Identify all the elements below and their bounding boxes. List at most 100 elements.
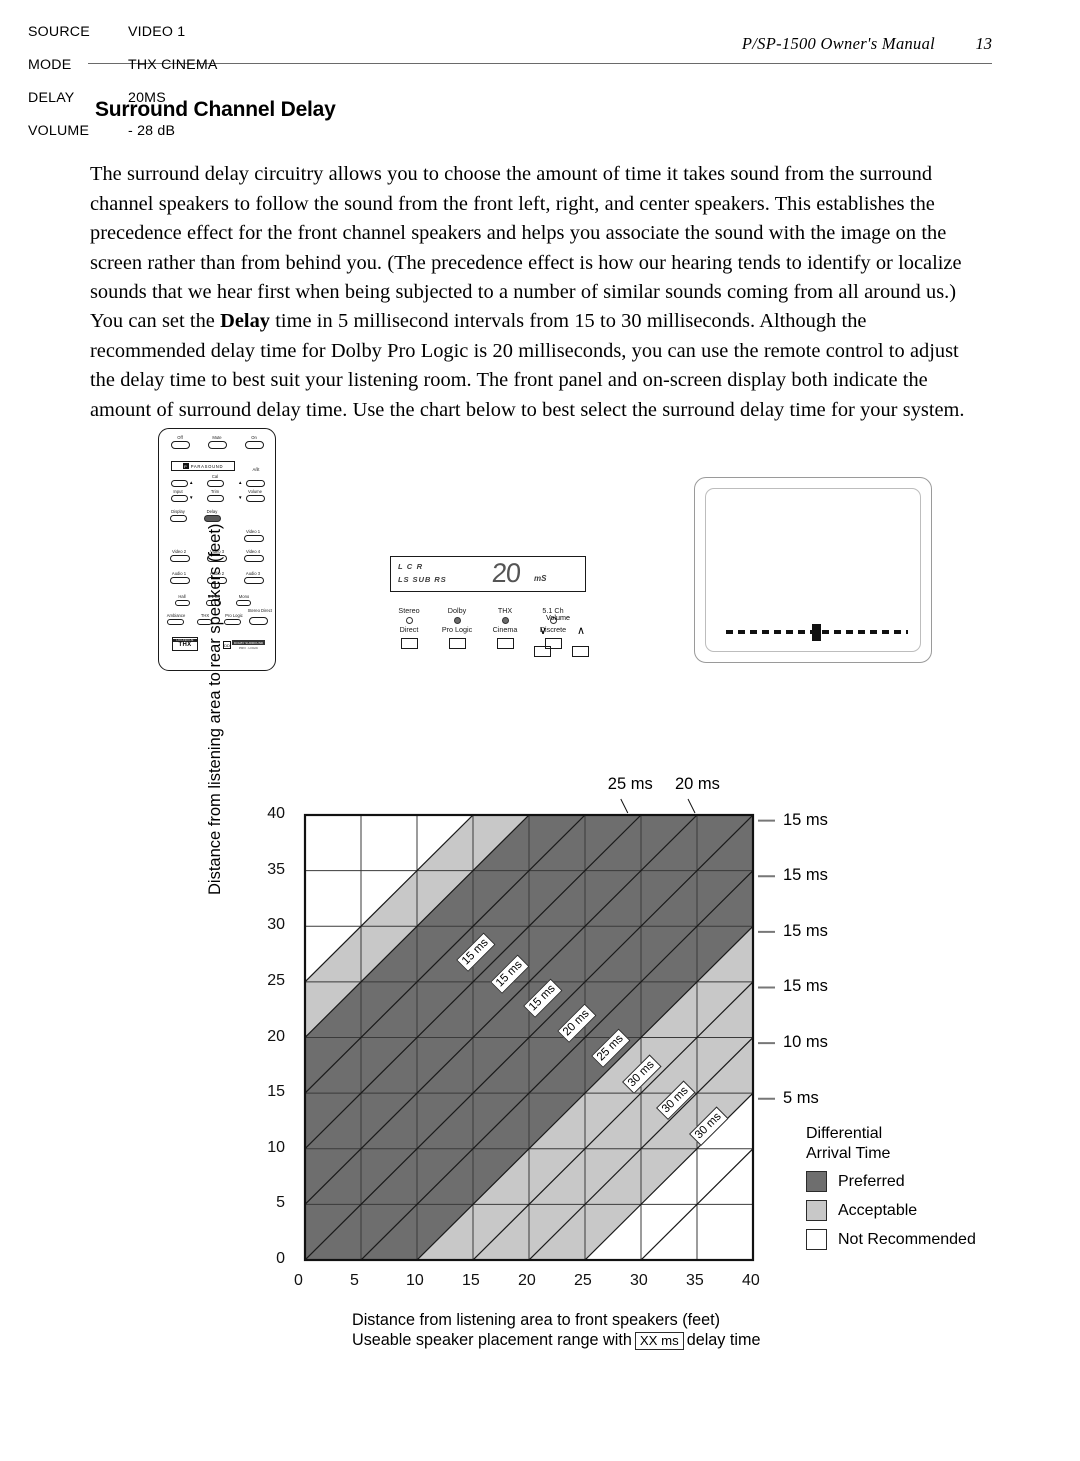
mode-thx-button[interactable] bbox=[496, 638, 514, 649]
remote-button-prologic[interactable] bbox=[224, 619, 241, 625]
remote-button-stereo-direct[interactable] bbox=[249, 617, 268, 625]
mode-dolby-prologic[interactable]: Dolby Pro Logic bbox=[434, 606, 480, 649]
mode-thx-bottom: Cinema bbox=[492, 625, 518, 634]
remote-button-on[interactable] bbox=[245, 441, 264, 449]
remote-button-volume-down[interactable] bbox=[246, 495, 265, 502]
remote-label-stereo-direct: Stereo Direct bbox=[247, 608, 272, 613]
chart-right-annotation-4: 10 ms bbox=[783, 1033, 828, 1052]
remote-label-hall: Hall bbox=[178, 594, 186, 599]
chart-band-label-2: 15 ms bbox=[523, 979, 563, 1019]
legend-item-not-recommended: Not Recommended bbox=[806, 1229, 976, 1250]
osd-value-volume: - 28 dB bbox=[128, 123, 176, 139]
remote-button-off[interactable] bbox=[171, 441, 190, 449]
remote-button-trim[interactable] bbox=[207, 495, 224, 502]
legend-item-acceptable: Acceptable bbox=[806, 1200, 976, 1221]
dolby-logo-icon: DD DOLBY SURROUND PRO · LOGIC bbox=[223, 640, 266, 650]
chart-band-label-4: 25 ms bbox=[590, 1029, 630, 1069]
remote-button-input-down[interactable] bbox=[171, 495, 188, 502]
dolby-logo-text-1: DOLBY SURROUND bbox=[232, 640, 266, 645]
osd-label-volume: VOLUME bbox=[28, 123, 90, 139]
remote-button-hall[interactable] bbox=[175, 600, 190, 606]
osd-label-mode: MODE bbox=[28, 57, 72, 73]
legend-item-preferred: Preferred bbox=[806, 1171, 976, 1192]
page-number: 13 bbox=[975, 34, 993, 53]
x-tick-10: 10 bbox=[406, 1272, 424, 1289]
remote-brand-logo: P PARASOUND bbox=[171, 461, 235, 471]
mode-stereo-button[interactable] bbox=[400, 638, 418, 649]
chart-band-label-0: 15 ms bbox=[456, 932, 496, 972]
paragraph-part-1: The surround delay circuitry allows you … bbox=[90, 163, 962, 333]
mode-dolby-bottom: Pro Logic bbox=[441, 625, 473, 634]
osd-value-source: VIDEO 1 bbox=[128, 24, 186, 40]
remote-button-video4[interactable] bbox=[244, 555, 264, 562]
up-arrow-icon: ▲ bbox=[189, 480, 194, 485]
remote-label-volume: Volume bbox=[248, 489, 262, 494]
volume-down-button[interactable] bbox=[534, 646, 551, 657]
osd-rows: SOURCE VIDEO 1 MODE THX CINEMA DELAY 20M… bbox=[28, 24, 218, 156]
brand-mark-icon: P bbox=[182, 463, 189, 469]
chart-right-annotation-0: 15 ms bbox=[783, 810, 828, 829]
thx-logo-icon: LUCASFILM THX bbox=[172, 637, 198, 651]
page-header: P/SP-1500 Owner's Manual 13 bbox=[88, 34, 992, 54]
front-panel-channel-indicators: L C R LS SUB RS bbox=[398, 560, 447, 586]
x-tick-40: 40 bbox=[742, 1272, 760, 1289]
remote-button-input-up[interactable] bbox=[171, 480, 188, 487]
osd-row-volume: VOLUME - 28 dB bbox=[28, 123, 218, 139]
osd-row-delay: DELAY 20MS bbox=[28, 90, 218, 106]
remote-label-trim: Trim bbox=[210, 489, 220, 494]
osd-label-source: SOURCE bbox=[28, 24, 90, 40]
remote-button-video1[interactable] bbox=[244, 535, 264, 542]
volume-up-icon[interactable]: ∧ bbox=[577, 626, 585, 637]
mode-thx-cinema[interactable]: THX Cinema bbox=[482, 606, 528, 649]
osd-volume-thumb[interactable] bbox=[812, 624, 821, 641]
remote-button-ambiance[interactable] bbox=[167, 619, 184, 625]
chart-y-axis-label: Distance from listening area to rear spe… bbox=[206, 523, 224, 895]
caption-pre: Useable speaker placement range with bbox=[352, 1331, 632, 1349]
chart-top-annotation-1: 20 ms bbox=[675, 775, 720, 793]
mode-51-bottom: Discrete bbox=[539, 625, 567, 634]
x-tick-15: 15 bbox=[462, 1272, 480, 1289]
chart-band-label-1: 15 ms bbox=[489, 954, 529, 994]
remote-button-volume-up[interactable] bbox=[246, 480, 265, 487]
chart-band-label-7: 30 ms bbox=[689, 1107, 729, 1146]
legend-title-line2: Arrival Time bbox=[806, 1144, 891, 1162]
mode-thx-top: THX bbox=[497, 606, 513, 615]
volume-down-icon[interactable]: ∨ bbox=[539, 626, 547, 637]
remote-button-audio1[interactable] bbox=[170, 577, 190, 584]
volume-up-button[interactable] bbox=[572, 646, 589, 657]
delay-term: Delay bbox=[220, 310, 270, 333]
y-tick-10: 10 bbox=[267, 1138, 285, 1156]
remote-label-off: Off bbox=[177, 435, 183, 440]
chart-band-label-5: 30 ms bbox=[621, 1054, 661, 1094]
remote-button-audio3[interactable] bbox=[244, 577, 264, 584]
channel-row-surround: LS SUB RS bbox=[398, 575, 447, 584]
y-tick-25: 25 bbox=[267, 971, 285, 989]
remote-button-mono[interactable] bbox=[236, 600, 251, 606]
x-tick-5: 5 bbox=[350, 1272, 359, 1289]
y-tick-20: 20 bbox=[267, 1027, 285, 1045]
remote-button-delay[interactable] bbox=[204, 515, 221, 522]
legend-title-line1: Differential bbox=[806, 1125, 883, 1142]
volume-up-arrow-icon: ▲ bbox=[238, 480, 243, 485]
channel-row-front: L C R bbox=[398, 562, 424, 571]
remote-button-cal[interactable] bbox=[207, 480, 224, 487]
x-tick-20: 20 bbox=[518, 1272, 536, 1289]
remote-label-video4: Video 4 bbox=[245, 549, 261, 554]
remote-label-prologic: Pro Logic bbox=[225, 613, 243, 618]
remote-label-on: On bbox=[251, 435, 257, 440]
legend-label-not-recommended: Not Recommended bbox=[838, 1230, 976, 1248]
y-tick-35: 35 bbox=[267, 860, 285, 878]
legend-swatch-preferred bbox=[806, 1171, 827, 1192]
y-tick-40: 40 bbox=[267, 805, 285, 822]
mode-stereo-direct[interactable]: Stereo Direct bbox=[386, 606, 432, 649]
osd-row-source: SOURCE VIDEO 1 bbox=[28, 24, 218, 40]
caption-delay-box: XX ms bbox=[634, 1331, 684, 1350]
front-panel-delay-value: 20 bbox=[490, 558, 522, 588]
remote-label-mono: Mono bbox=[238, 594, 250, 599]
mode-dolby-button[interactable] bbox=[448, 638, 466, 649]
mode-stereo-top: Stereo bbox=[398, 606, 420, 615]
remote-label-audio1: Audio 1 bbox=[171, 571, 187, 576]
remote-button-video2[interactable] bbox=[170, 555, 190, 562]
remote-button-display[interactable] bbox=[170, 515, 187, 522]
remote-button-mute[interactable] bbox=[208, 441, 227, 449]
